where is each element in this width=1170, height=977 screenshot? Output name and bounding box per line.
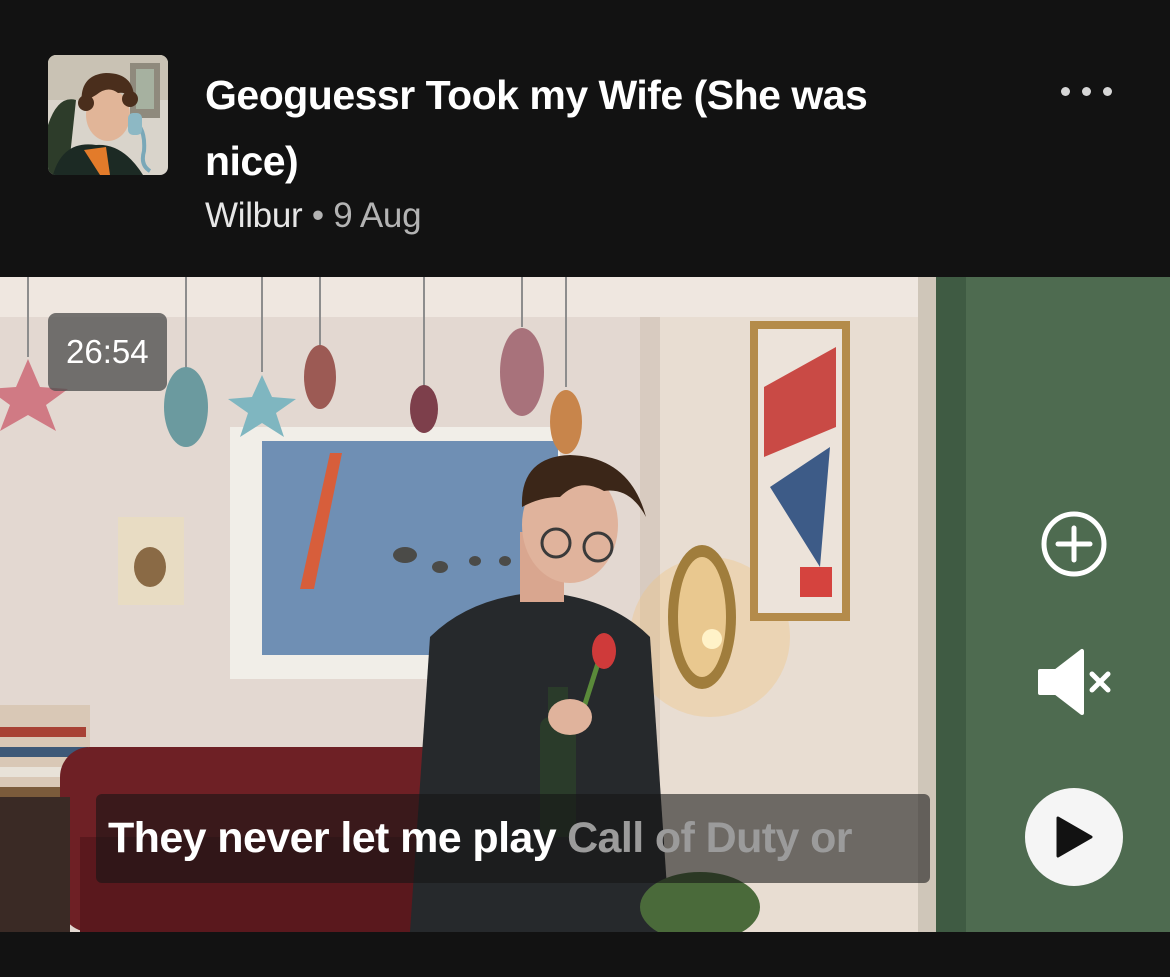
episode-title[interactable]: Geoguessr Took my Wife (She was nice): [205, 62, 965, 194]
meta-separator: •: [311, 196, 324, 235]
play-icon: [1056, 816, 1093, 858]
episode-cover-art[interactable]: [48, 55, 168, 175]
episode-author[interactable]: Wilbur: [205, 196, 303, 235]
mute-toggle-button[interactable]: [1036, 647, 1116, 717]
more-horizontal-icon: [1060, 86, 1070, 96]
caption-spoken-text: They never let me play: [108, 814, 557, 862]
volume-muted-icon: [1038, 649, 1111, 715]
bottom-bar: [0, 932, 1170, 977]
caption-upcoming-text: Call of Duty or: [567, 814, 852, 862]
episode-meta: Wilbur • 9 Aug: [205, 196, 422, 236]
video-player[interactable]: 26:54 They never let me play Call of Dut…: [0, 277, 1170, 932]
episode-date: 9 Aug: [333, 196, 422, 235]
play-button[interactable]: [1025, 788, 1123, 886]
video-duration-badge: 26:54: [48, 313, 167, 391]
more-dot: [1102, 86, 1112, 96]
more-dot: [1081, 86, 1091, 96]
add-to-library-button[interactable]: [1040, 510, 1108, 578]
video-caption: They never let me play Call of Duty or: [96, 794, 930, 883]
plus-circle-icon: [1041, 511, 1107, 577]
episode-header: Geoguessr Took my Wife (She was nice) Wi…: [0, 0, 1170, 277]
more-options-button[interactable]: [1050, 78, 1122, 104]
